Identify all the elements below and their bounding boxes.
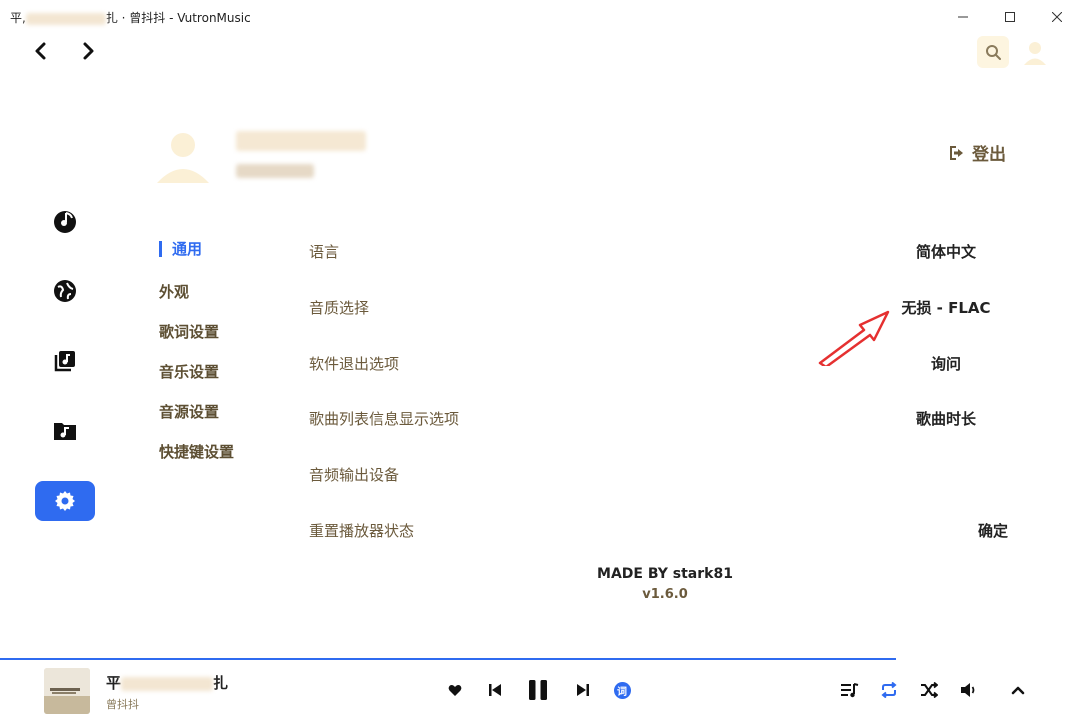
category-shortcuts[interactable]: 快捷键设置: [159, 441, 234, 462]
window-title-prefix: 平,: [10, 11, 26, 25]
setting-quality-select[interactable]: 无损 - FLAC: [876, 297, 1016, 318]
chevron-left-icon: [35, 42, 46, 60]
shuffle-icon: [921, 682, 938, 698]
sidebar-item-music[interactable]: [35, 202, 95, 242]
song-title-suffix: 扎: [213, 674, 229, 692]
setting-song-info-select[interactable]: 歌曲时长: [886, 408, 1006, 429]
red-arrow-annotation: [818, 310, 890, 366]
sidebar-item-local-music[interactable]: [35, 411, 95, 451]
music-disc-icon: [54, 211, 76, 233]
search-button[interactable]: [977, 36, 1009, 68]
logout-button[interactable]: 登出: [948, 140, 1006, 165]
setting-exit-label: 软件退出选项: [309, 355, 400, 373]
minimize-icon: [957, 16, 968, 18]
sidebar-item-library[interactable]: [35, 341, 95, 381]
like-button[interactable]: [446, 680, 464, 700]
playlist-button[interactable]: [840, 680, 860, 700]
setting-exit-select[interactable]: 询问: [886, 353, 1006, 374]
chevron-right-icon: [83, 42, 94, 60]
library-icon: [54, 351, 75, 372]
profile-avatar: [153, 121, 213, 187]
blurred-username: [236, 130, 366, 151]
close-button[interactable]: [1033, 0, 1080, 34]
repeat-button[interactable]: [879, 680, 899, 700]
category-source[interactable]: 音源设置: [159, 401, 219, 422]
repeat-icon: [881, 682, 897, 698]
sidebar-item-explore[interactable]: [35, 271, 95, 311]
logout-icon: [950, 145, 963, 160]
user-icon: [1024, 42, 1046, 65]
globe-icon: [54, 280, 76, 302]
blurred-user-info: [236, 163, 314, 178]
music-folder-icon: [54, 423, 76, 440]
album-art-image: [44, 668, 90, 714]
reset-confirm-button[interactable]: 确定: [963, 520, 1023, 541]
album-cover[interactable]: [44, 668, 90, 714]
setting-audio-output-label: 音频输出设备: [309, 466, 400, 484]
song-artist[interactable]: 曾抖抖: [106, 696, 139, 712]
close-icon: [1051, 12, 1062, 22]
pause-button[interactable]: [526, 680, 550, 700]
skip-next-icon: [577, 684, 589, 696]
category-appearance[interactable]: 外观: [159, 281, 189, 302]
back-button[interactable]: [30, 40, 52, 62]
setting-song-info-label: 歌曲列表信息显示选项: [309, 410, 460, 428]
setting-language-label: 语言: [309, 243, 340, 261]
category-general[interactable]: 通用: [159, 241, 202, 257]
search-icon: [986, 45, 1001, 60]
player-bar: 平扎 曾抖抖 词: [0, 660, 1080, 717]
chevron-up-icon: [1011, 686, 1025, 695]
user-icon: [157, 133, 209, 183]
lyrics-button[interactable]: 词: [613, 680, 631, 700]
song-title-prefix: 平: [106, 674, 122, 692]
volume-button[interactable]: [959, 680, 979, 700]
window-title-suffix: 扎 · 曾抖抖 - VutronMusic: [105, 11, 251, 25]
forward-button[interactable]: [77, 40, 99, 62]
minimize-button[interactable]: [939, 0, 986, 34]
logout-label: 登出: [972, 145, 1006, 165]
setting-language-select[interactable]: 简体中文: [886, 241, 1006, 262]
profile-subtitle: [236, 160, 314, 179]
skip-previous-icon: [489, 684, 501, 696]
next-track-button[interactable]: [574, 680, 592, 700]
credits-text: MADE BY stark81: [597, 566, 733, 582]
version-text: v1.6.0: [642, 587, 688, 602]
setting-quality-label: 音质选择: [309, 299, 370, 317]
volume-icon: [961, 683, 975, 697]
setting-reset-label: 重置播放器状态: [309, 522, 415, 540]
title-bar: 平, 扎 · 曾抖抖 - VutronMusic: [0, 0, 1080, 34]
maximize-button[interactable]: [986, 0, 1033, 34]
playlist-icon: [841, 683, 859, 698]
previous-track-button[interactable]: [486, 680, 504, 700]
song-title[interactable]: 平扎: [106, 672, 228, 693]
blurred-song-title: [121, 676, 214, 691]
category-lyrics[interactable]: 歌词设置: [159, 321, 219, 342]
profile-name: [236, 130, 366, 151]
shuffle-button[interactable]: [919, 680, 939, 700]
expand-player-button[interactable]: [1008, 680, 1028, 700]
window-title: 平, 扎 · 曾抖抖 - VutronMusic: [10, 9, 251, 26]
pause-icon: [529, 680, 547, 700]
sidebar-item-settings[interactable]: [35, 481, 95, 521]
heart-icon: [448, 684, 462, 696]
category-music[interactable]: 音乐设置: [159, 361, 219, 382]
maximize-icon: [1004, 12, 1015, 22]
lyrics-icon: 词: [613, 681, 631, 699]
user-avatar-button[interactable]: [1021, 38, 1049, 66]
settings-gear-icon: [55, 491, 75, 511]
blurred-title-text: [25, 12, 106, 25]
